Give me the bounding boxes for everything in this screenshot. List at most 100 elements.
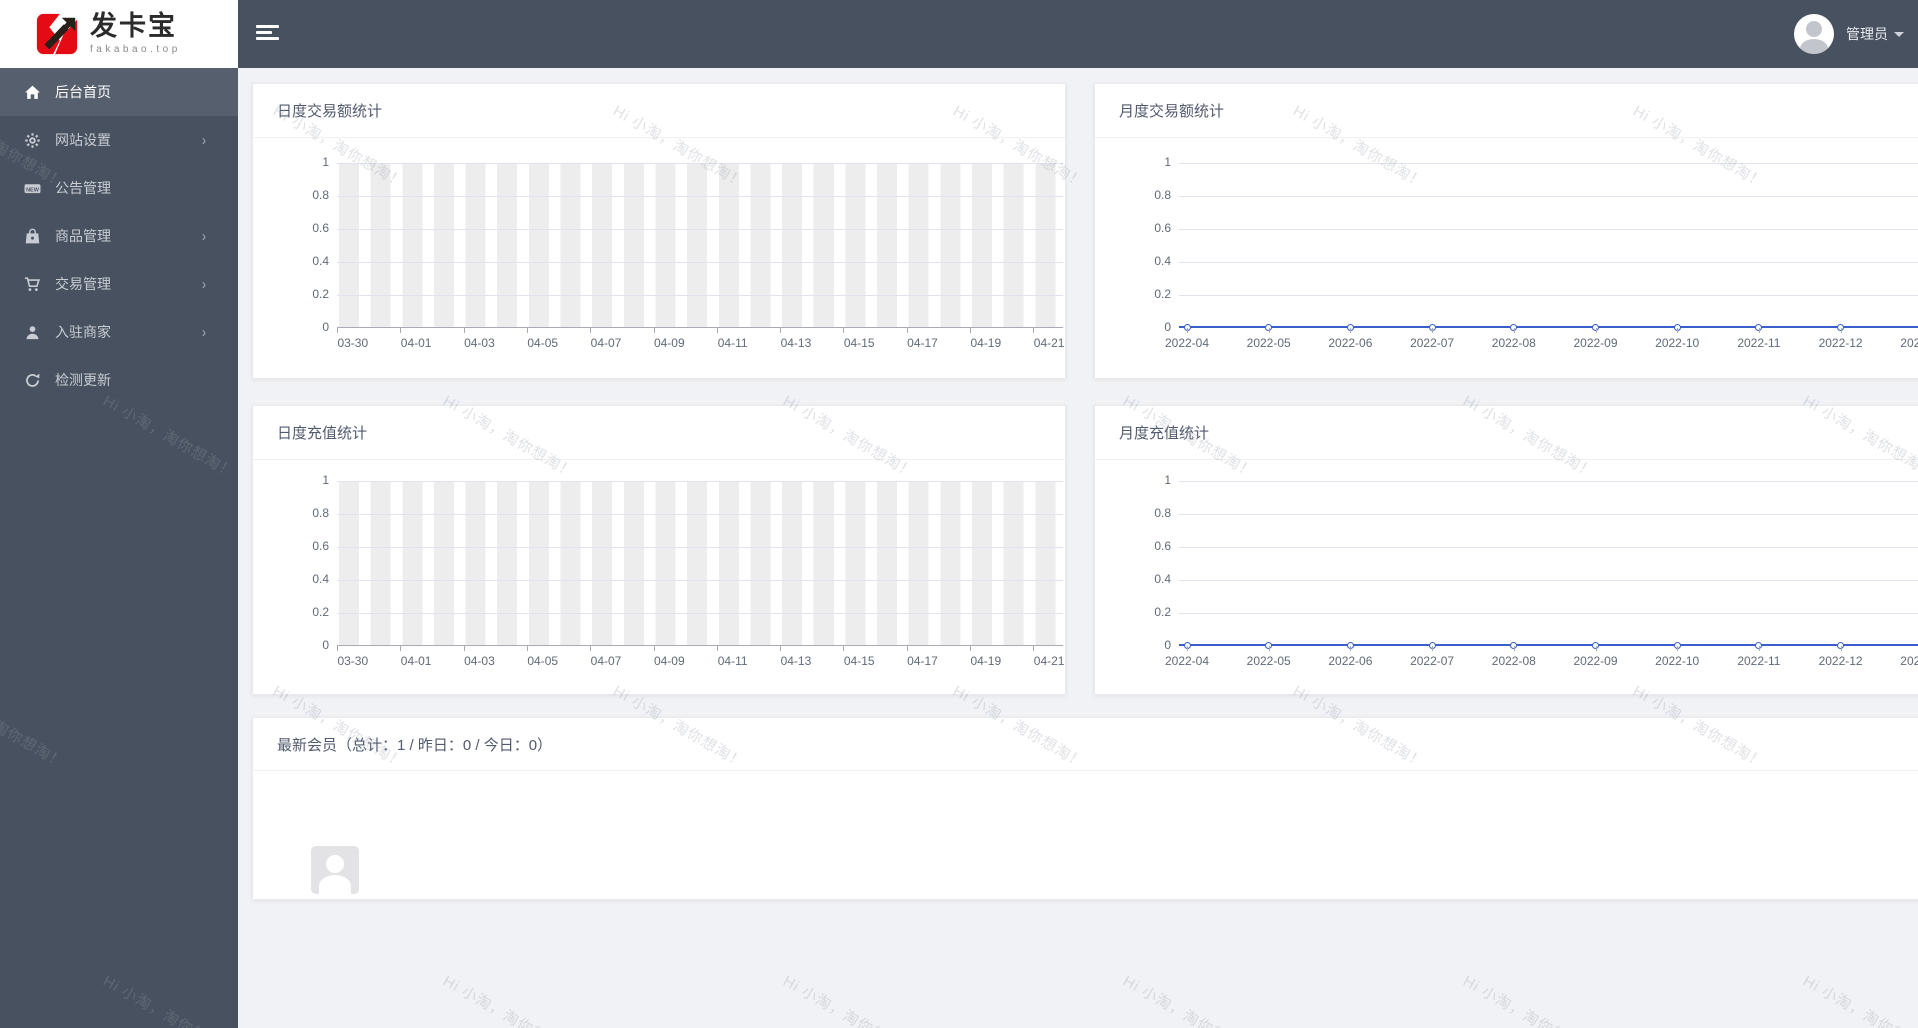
logo[interactable]: 发卡宝 fakabao.top: [0, 0, 238, 68]
sidebar-item-announcements[interactable]: NEW 公告管理: [0, 164, 238, 212]
sidebar-item-site-settings[interactable]: 网站设置 ›: [0, 116, 238, 164]
gear-icon: [24, 132, 41, 149]
axis-tick: [1033, 646, 1035, 651]
panel-title: 月度充值统计: [1119, 425, 1210, 442]
x-axis-label: 04-01: [400, 654, 432, 668]
x-axis-label: 2022-12: [1818, 336, 1863, 350]
y-axis-label: 0.8: [1154, 188, 1171, 202]
refresh-icon: [24, 372, 41, 389]
sidebar-item-label: 交易管理: [55, 276, 111, 292]
monthly-recharge-panel: 月度充值统计 本月预估: 0元 10.80.60.40.202022-04202…: [1094, 405, 1918, 695]
sidebar-item-label: 后台首页: [55, 84, 111, 100]
sidebar-item-products[interactable]: 商品管理 ›: [0, 212, 238, 260]
x-axis-label: 2022-08: [1491, 654, 1536, 668]
sidebar-item-label: 公告管理: [55, 180, 111, 196]
x-axis-label: 04-07: [590, 654, 622, 668]
y-axis-label: 0.8: [312, 506, 329, 520]
x-axis-label: 04-11: [717, 654, 748, 668]
chevron-right-icon: ›: [202, 227, 206, 245]
x-axis-label: 2022-09: [1573, 654, 1618, 668]
sidebar-toggle-button[interactable]: [256, 25, 280, 43]
axis-tick: [1432, 646, 1434, 651]
axis-tick: [843, 328, 845, 333]
axis-tick: [1350, 646, 1352, 651]
watermark-text: Hi 小淘，淘你想淘！: [1800, 972, 1918, 1028]
axis-tick: [1677, 328, 1679, 333]
x-axis-label: 04-19: [970, 336, 1002, 350]
sidebar-item-label: 入驻商家: [55, 324, 111, 340]
series-line: [1179, 326, 1918, 328]
y-axis-label: 0.4: [1154, 572, 1171, 586]
sidebar-item-check-update[interactable]: 检测更新: [0, 356, 238, 404]
daily-recharge-chart: [337, 481, 1063, 646]
y-axis-label: 0.6: [1154, 221, 1171, 235]
axis-tick: [1758, 328, 1760, 333]
axis-tick: [1268, 328, 1270, 333]
sidebar-item-trades[interactable]: 交易管理 ›: [0, 260, 238, 308]
x-axis-label: 03-30: [337, 654, 369, 668]
axis-tick: [1033, 328, 1035, 333]
y-axis-label: 0.6: [1154, 539, 1171, 553]
watermark-text: Hi 小淘，淘你想淘！: [1460, 972, 1598, 1028]
x-axis-label: 04-15: [843, 654, 875, 668]
axis-tick: [463, 646, 465, 651]
y-axis-label: 0.8: [1154, 506, 1171, 520]
sidebar-item-label: 检测更新: [55, 372, 111, 388]
axis-tick: [400, 328, 402, 333]
axis-tick: [843, 646, 845, 651]
user-menu[interactable]: 管理员: [1794, 0, 1904, 68]
y-axis-label: 0: [322, 638, 329, 652]
x-axis-label: 04-03: [464, 654, 495, 668]
axis-tick: [337, 646, 338, 651]
monthly-trade-panel: 月度交易额统计 本月预估: 0元 10.80.60.40.202022-0420…: [1094, 83, 1918, 379]
axis-tick: [1595, 646, 1597, 651]
y-axis-label: 0: [322, 320, 329, 334]
x-axis-label: 04-17: [907, 336, 938, 350]
axis-tick: [1513, 646, 1515, 651]
cart-icon: [24, 276, 41, 293]
axis-tick: [906, 328, 908, 333]
y-axis-label: 0.2: [1154, 287, 1171, 301]
x-axis-label: 2022-05: [1246, 336, 1291, 350]
bag-icon: [24, 228, 41, 245]
y-axis-label: 0.4: [312, 254, 329, 268]
brand-logo-icon: [36, 13, 78, 55]
panel-title: 日度充值统计: [277, 425, 368, 442]
sidebar-item-label: 网站设置: [55, 132, 111, 148]
x-axis-label: 04-05: [527, 654, 559, 668]
panel-title: 最新会员（总计：1 / 昨日：0 / 今日：0）: [277, 736, 553, 754]
chevron-right-icon: ›: [202, 275, 206, 293]
axis-tick: [463, 328, 465, 333]
axis-tick: [780, 328, 782, 333]
x-axis-label: 2022-04: [1164, 336, 1210, 350]
sidebar-item-dashboard[interactable]: 后台首页: [0, 68, 238, 116]
monthly-trade-chart: [1179, 163, 1918, 331]
x-axis-label: 04-07: [590, 336, 622, 350]
x-axis-label: 2022-05: [1246, 654, 1291, 668]
home-icon: [24, 84, 41, 101]
sidebar-item-merchants[interactable]: 入驻商家 ›: [0, 308, 238, 356]
watermark-text: Hi 小淘，淘你想淘！: [1120, 972, 1258, 1028]
sidebar-item-label: 商品管理: [55, 228, 111, 244]
axis-tick: [400, 646, 402, 651]
chevron-right-icon: ›: [202, 131, 206, 149]
panel-title: 日度交易额统计: [277, 103, 383, 120]
x-axis-label: 2022-06: [1328, 336, 1373, 350]
axis-tick: [970, 646, 971, 651]
axis-tick: [780, 646, 782, 651]
latest-members-panel: 最新会员（总计：1 / 昨日：0 / 今日：0） www@dkewl.con 2…: [252, 717, 1918, 900]
axis-tick: [1840, 328, 1842, 333]
axis-tick: [590, 328, 592, 333]
x-axis-label: 04-01: [400, 336, 432, 350]
x-axis-label: 04-05: [527, 336, 559, 350]
y-axis-label: 0.4: [1154, 254, 1171, 268]
y-axis-label: 1: [1164, 473, 1171, 487]
daily-trade-chart: [337, 163, 1063, 328]
x-axis-label: 2022-08: [1491, 336, 1536, 350]
axis-tick: [970, 328, 971, 333]
x-axis-label: 2023-01: [1900, 336, 1918, 350]
axis-tick: [526, 328, 528, 333]
x-axis-label: 2022-09: [1573, 336, 1618, 350]
axis-tick: [590, 646, 592, 651]
x-axis-label: 04-03: [464, 336, 495, 350]
